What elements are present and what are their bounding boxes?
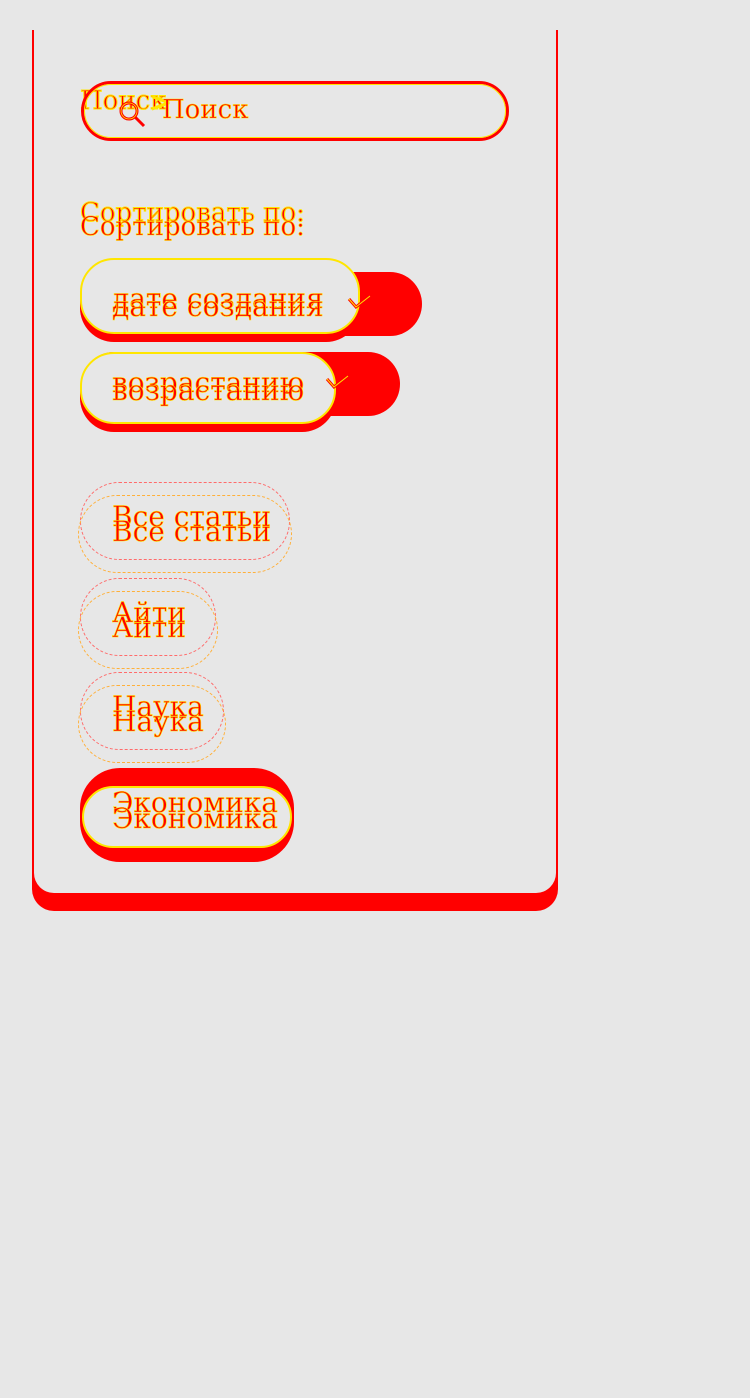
chevron-down-icon	[325, 374, 349, 390]
chevron-down-icon	[347, 294, 371, 310]
search-icon	[119, 101, 146, 128]
category-label: Все статьи	[112, 515, 272, 549]
sort-field-value: дате создания	[112, 290, 324, 324]
category-label: Экономика	[112, 802, 279, 836]
page: Поиск > Сортировать по: Сортировать по: …	[0, 0, 750, 1398]
search-input[interactable]	[162, 88, 492, 132]
sort-label: Сортировать по:	[80, 212, 305, 243]
category-label: Наука	[112, 705, 204, 739]
category-label: Айти	[112, 611, 187, 645]
sort-order-value: возрастанию	[112, 374, 305, 408]
filter-panel	[32, 30, 558, 895]
